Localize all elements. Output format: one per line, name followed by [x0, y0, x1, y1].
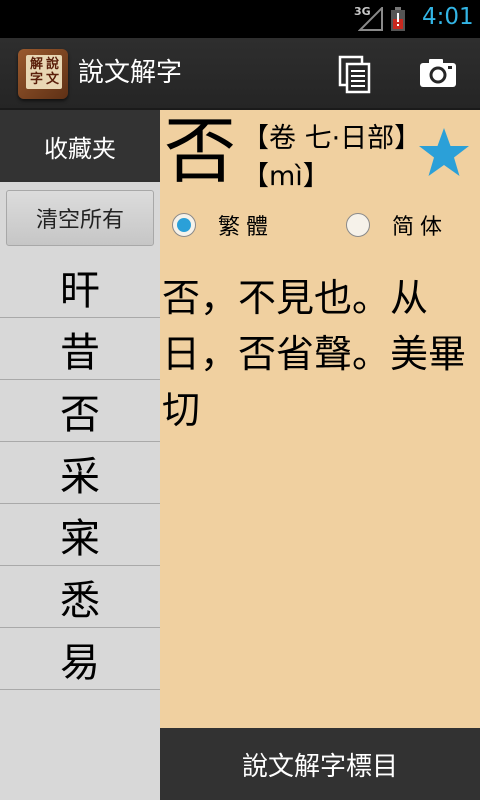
app-icon[interactable]: 說 解 文 字	[18, 49, 68, 99]
app-title: 說文解字	[78, 58, 183, 88]
signal-icon	[358, 7, 383, 31]
radio-traditional-indicator	[172, 213, 196, 237]
favorite-item[interactable]: 否	[0, 380, 160, 442]
favorites-header: 收藏夹	[0, 110, 160, 182]
copy-button[interactable]	[328, 46, 384, 102]
radio-simplified[interactable]: 简体	[346, 210, 448, 240]
action-bar: 說 解 文 字 說文解字	[0, 38, 480, 110]
star-icon[interactable]	[416, 126, 472, 182]
entry-character: 否	[164, 109, 237, 193]
app-icon-char: 字	[30, 72, 44, 87]
entry-volume: 【卷 七·日部】	[242, 123, 422, 154]
copy-icon	[338, 55, 371, 94]
radio-simplified-indicator	[346, 213, 370, 237]
clock: 4:01	[422, 4, 474, 30]
favorite-item[interactable]: 宷	[0, 504, 160, 566]
app-icon-char: 說	[46, 57, 60, 72]
favorite-item[interactable]: 昔	[0, 318, 160, 380]
favorite-item[interactable]: 旰	[0, 256, 160, 318]
favorite-item[interactable]: 易	[0, 628, 160, 690]
clear-all-button[interactable]: 清空所有	[6, 190, 154, 246]
entry-pinyin: 【mì】	[242, 161, 330, 192]
battery-icon	[391, 7, 405, 31]
radio-simplified-label: 简体	[392, 215, 449, 240]
camera-button[interactable]	[410, 46, 466, 102]
favorites-panel: 收藏夹 清空所有 旰 昔 否 采 宷 悉 易	[0, 110, 160, 800]
app-icon-char: 文	[46, 72, 60, 87]
favorite-item[interactable]: 采	[0, 442, 160, 504]
favorite-item[interactable]: 悉	[0, 566, 160, 628]
entry-definition: 否，不見也。从日，否省聲。美畢切	[162, 276, 467, 432]
status-bar: 3G 4:01	[0, 0, 480, 38]
entry-panel: 否 【卷 七·日部】 【mì】 繁體 简体 否，不見也。从日，否省聲。美畢切	[160, 109, 480, 728]
camera-icon	[420, 59, 456, 87]
app-icon-char: 解	[30, 57, 44, 72]
index-button[interactable]: 說文解字標目	[160, 728, 480, 800]
radio-traditional-label: 繁體	[218, 215, 275, 240]
favorites-list: 旰 昔 否 采 宷 悉 易	[0, 256, 160, 690]
radio-traditional[interactable]: 繁體	[172, 210, 274, 240]
